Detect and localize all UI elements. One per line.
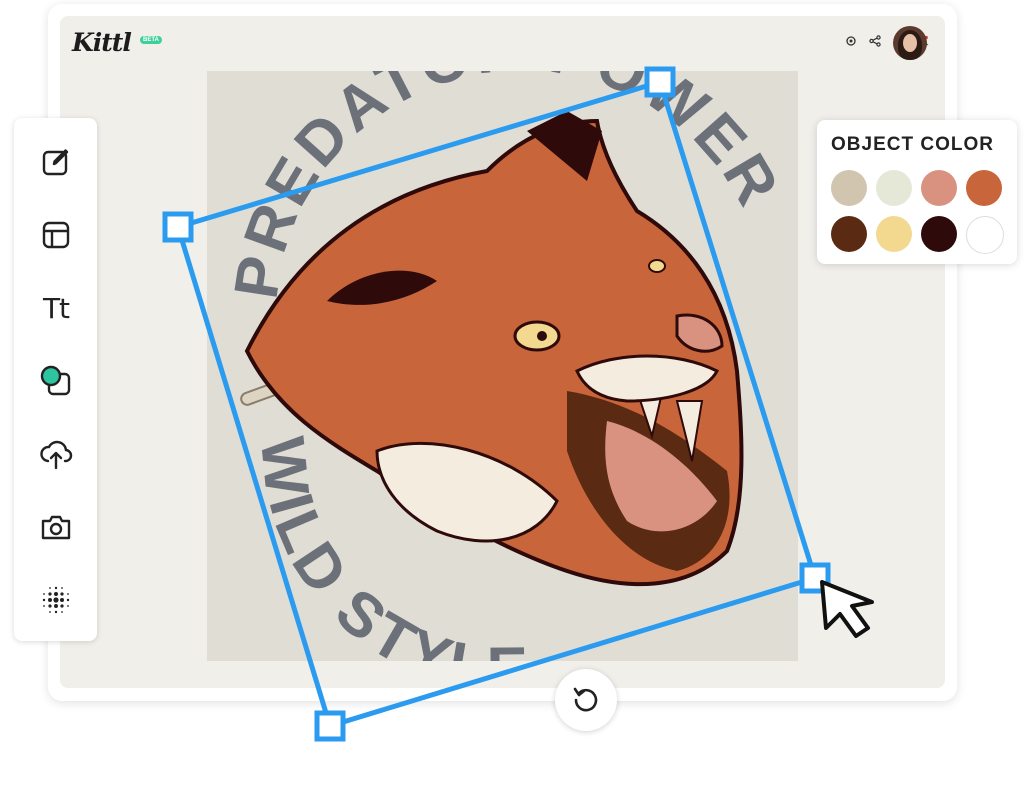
cloud-upload-icon [40, 440, 73, 470]
edit-tool[interactable] [38, 144, 74, 180]
settings-icon[interactable] [844, 34, 858, 48]
camera-icon [41, 515, 71, 540]
halftone-dots-icon [42, 586, 70, 614]
object-color-panel: OBJECT COLOR [817, 120, 1017, 264]
color-swatch[interactable] [966, 216, 1004, 254]
color-swatch[interactable] [966, 170, 1002, 206]
color-swatch[interactable] [831, 170, 867, 206]
color-swatch[interactable] [876, 216, 912, 252]
photos-tool[interactable] [38, 509, 74, 545]
rotate-icon [573, 687, 598, 712]
design-canvas[interactable]: PREDATOR POWER WILD STYLE [207, 71, 798, 661]
pencil-square-icon [42, 149, 69, 176]
elements-tool[interactable] [38, 363, 74, 399]
share-icon[interactable] [868, 34, 882, 48]
color-swatch[interactable] [921, 216, 957, 252]
color-swatch[interactable] [921, 170, 957, 206]
layout-icon [42, 221, 70, 249]
resize-handle-bottom-left[interactable] [314, 710, 346, 742]
templates-tool[interactable] [38, 217, 74, 253]
object-color-title: OBJECT COLOR [831, 134, 994, 155]
left-toolbar: Tt [14, 118, 97, 641]
text-icon: Tt [42, 291, 70, 325]
text-tool[interactable]: Tt [38, 290, 74, 326]
avatar[interactable] [893, 26, 927, 60]
color-swatch[interactable] [876, 170, 912, 206]
shapes-icon [40, 365, 71, 396]
uploads-tool[interactable] [38, 436, 74, 472]
beta-badge: BETA [140, 36, 162, 44]
avatar-face [903, 34, 917, 52]
color-swatch[interactable] [831, 216, 867, 252]
tiger-artwork[interactable]: PREDATOR POWER WILD STYLE [207, 71, 798, 661]
rotate-button[interactable] [555, 669, 617, 731]
kittl-logo[interactable]: Kittl [72, 28, 132, 57]
patterns-tool[interactable] [38, 582, 74, 618]
